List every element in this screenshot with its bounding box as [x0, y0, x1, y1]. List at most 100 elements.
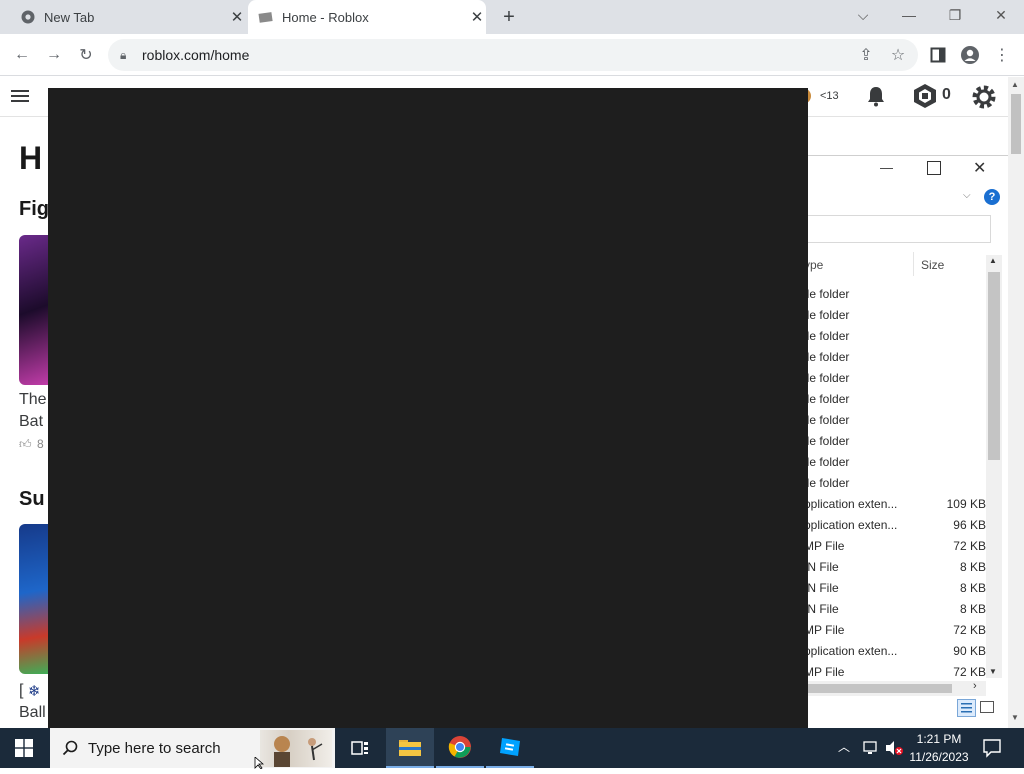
minimize-icon[interactable]: — — [886, 0, 932, 30]
address-bar[interactable]: 🔒︎ roblox.com/home — [108, 39, 918, 71]
age-badge: <13 — [820, 90, 839, 102]
file-type: ile folder — [804, 371, 850, 385]
close-tab-icon[interactable]: ✕ — [228, 8, 246, 26]
task-view-icon[interactable] — [336, 728, 384, 768]
file-row[interactable]: IN File 8 KB — [804, 602, 1008, 623]
settings-gear-icon[interactable] — [970, 83, 998, 111]
scroll-down-arrow-icon[interactable]: ▼ — [1011, 713, 1019, 722]
file-row[interactable]: ile folder — [804, 455, 1008, 476]
file-row[interactable]: ile folder — [804, 371, 1008, 392]
reload-icon[interactable]: ↻ — [74, 43, 98, 67]
scroll-right-arrow-icon[interactable]: › — [973, 680, 977, 692]
large-icons-view-icon[interactable] — [980, 701, 994, 713]
file-row[interactable]: ile folder — [804, 392, 1008, 413]
tab-label: Home - Roblox — [282, 9, 369, 25]
column-divider — [913, 252, 914, 276]
section-title: Su — [19, 488, 45, 510]
file-type: MP File — [804, 623, 845, 637]
restore-icon[interactable]: ❐ — [932, 0, 978, 30]
file-type: ile folder — [804, 476, 850, 490]
file-size: 96 KB — [953, 518, 986, 532]
network-icon[interactable] — [862, 739, 880, 757]
file-row[interactable]: ile folder — [804, 287, 1008, 308]
game-title[interactable]: [ — [19, 682, 23, 700]
notification-center-icon[interactable] — [982, 738, 1002, 758]
clock-time: 1:21 PM — [916, 732, 962, 746]
close-tab-icon[interactable]: ✕ — [468, 8, 486, 26]
tab-new-tab[interactable]: New Tab ✕ — [14, 0, 246, 34]
file-row[interactable]: ile folder — [804, 350, 1008, 371]
robux-count: 0 — [942, 86, 951, 103]
file-row[interactable]: ile folder — [804, 308, 1008, 329]
show-hidden-icons-chevron-icon[interactable]: ︿ — [838, 738, 850, 755]
file-size: 8 KB — [959, 581, 986, 595]
file-size: 109 KB — [946, 497, 986, 511]
chrome-icon[interactable] — [436, 728, 484, 768]
bookmark-star-icon[interactable]: ☆ — [886, 43, 910, 67]
file-row[interactable]: ile folder — [804, 413, 1008, 434]
file-type: pplication exten... — [804, 497, 898, 511]
file-row[interactable]: ile folder — [804, 476, 1008, 497]
file-row[interactable]: pplication exten... 90 KB — [804, 644, 1008, 665]
file-row[interactable]: pplication exten... 109 KB — [804, 497, 1008, 518]
file-row[interactable]: IN File 8 KB — [804, 581, 1008, 602]
game-title[interactable]: Bat — [19, 413, 43, 431]
game-thumbnail[interactable] — [19, 235, 48, 385]
game-rating: 8 — [37, 437, 44, 451]
file-size: 8 KB — [959, 560, 986, 574]
column-header-size[interactable]: Size — [921, 258, 944, 272]
minimize-icon[interactable]: — — [880, 160, 898, 178]
new-tab-button[interactable]: + — [498, 6, 520, 28]
forward-arrow-icon[interactable]: → — [42, 43, 66, 67]
windows-start-icon[interactable] — [0, 728, 48, 768]
file-type: pplication exten... — [804, 644, 898, 658]
details-view-icon[interactable] — [957, 699, 976, 717]
file-size: 90 KB — [953, 644, 986, 658]
clock-date: 11/26/2023 — [909, 750, 969, 764]
profile-avatar[interactable] — [958, 43, 982, 67]
file-type: ile folder — [804, 308, 850, 322]
file-row[interactable]: MP File 72 KB — [804, 623, 1008, 644]
thumbs-up-icon: 👍︎ — [19, 437, 32, 451]
tab-label: New Tab — [44, 9, 95, 25]
scroll-up-arrow-icon[interactable]: ▲ — [989, 256, 997, 265]
maximize-icon[interactable] — [927, 161, 941, 175]
close-window-icon[interactable]: ✕ — [978, 0, 1024, 30]
roblox-studio-icon[interactable] — [486, 728, 534, 768]
file-size: 72 KB — [953, 539, 986, 553]
file-row[interactable]: pplication exten... 96 KB — [804, 518, 1008, 539]
game-thumbnail[interactable] — [19, 524, 48, 674]
notification-bell-icon[interactable] — [864, 84, 888, 108]
back-arrow-icon[interactable]: ← — [10, 43, 34, 67]
explorer-hscroll-thumb[interactable] — [808, 684, 952, 693]
file-row[interactable]: IN File 8 KB — [804, 560, 1008, 581]
close-icon[interactable]: ✕ — [973, 158, 991, 177]
search-highlight-image[interactable] — [260, 730, 332, 767]
search-input[interactable] — [808, 215, 991, 243]
game-title[interactable]: Ball — [19, 704, 46, 722]
tab-search-icon[interactable]: ⌵ — [840, 0, 886, 30]
scroll-down-arrow-icon[interactable]: ▼ — [989, 667, 997, 676]
explorer-scrollbar-thumb[interactable] — [988, 272, 1000, 460]
file-type: ile folder — [804, 329, 850, 343]
file-row[interactable]: ile folder — [804, 434, 1008, 455]
scroll-up-arrow-icon[interactable]: ▲ — [1011, 80, 1019, 89]
menu-kebab-icon[interactable]: ⋮ — [990, 43, 1014, 67]
side-panel-icon[interactable] — [926, 43, 950, 67]
share-icon[interactable]: ⇪ — [854, 43, 878, 67]
game-title[interactable]: The — [19, 391, 47, 409]
volume-muted-icon[interactable] — [884, 739, 904, 757]
page-scrollbar-thumb[interactable] — [1011, 94, 1021, 154]
chrome-icon — [20, 9, 36, 25]
file-explorer-icon[interactable] — [386, 728, 434, 768]
chevron-down-icon[interactable]: ⌵ — [963, 190, 971, 201]
tab-home-roblox[interactable]: Home - Roblox ✕ — [248, 0, 486, 34]
help-icon[interactable]: ? — [984, 189, 1000, 205]
taskbar-clock[interactable]: 1:21 PM 11/26/2023 — [904, 730, 974, 766]
file-row[interactable]: ile folder — [804, 329, 1008, 350]
page-scrollbar[interactable] — [1008, 77, 1024, 728]
file-row[interactable]: MP File 72 KB — [804, 539, 1008, 560]
robux-icon[interactable] — [912, 83, 938, 109]
hamburger-menu-icon[interactable] — [10, 86, 32, 108]
file-type: ile folder — [804, 350, 850, 364]
